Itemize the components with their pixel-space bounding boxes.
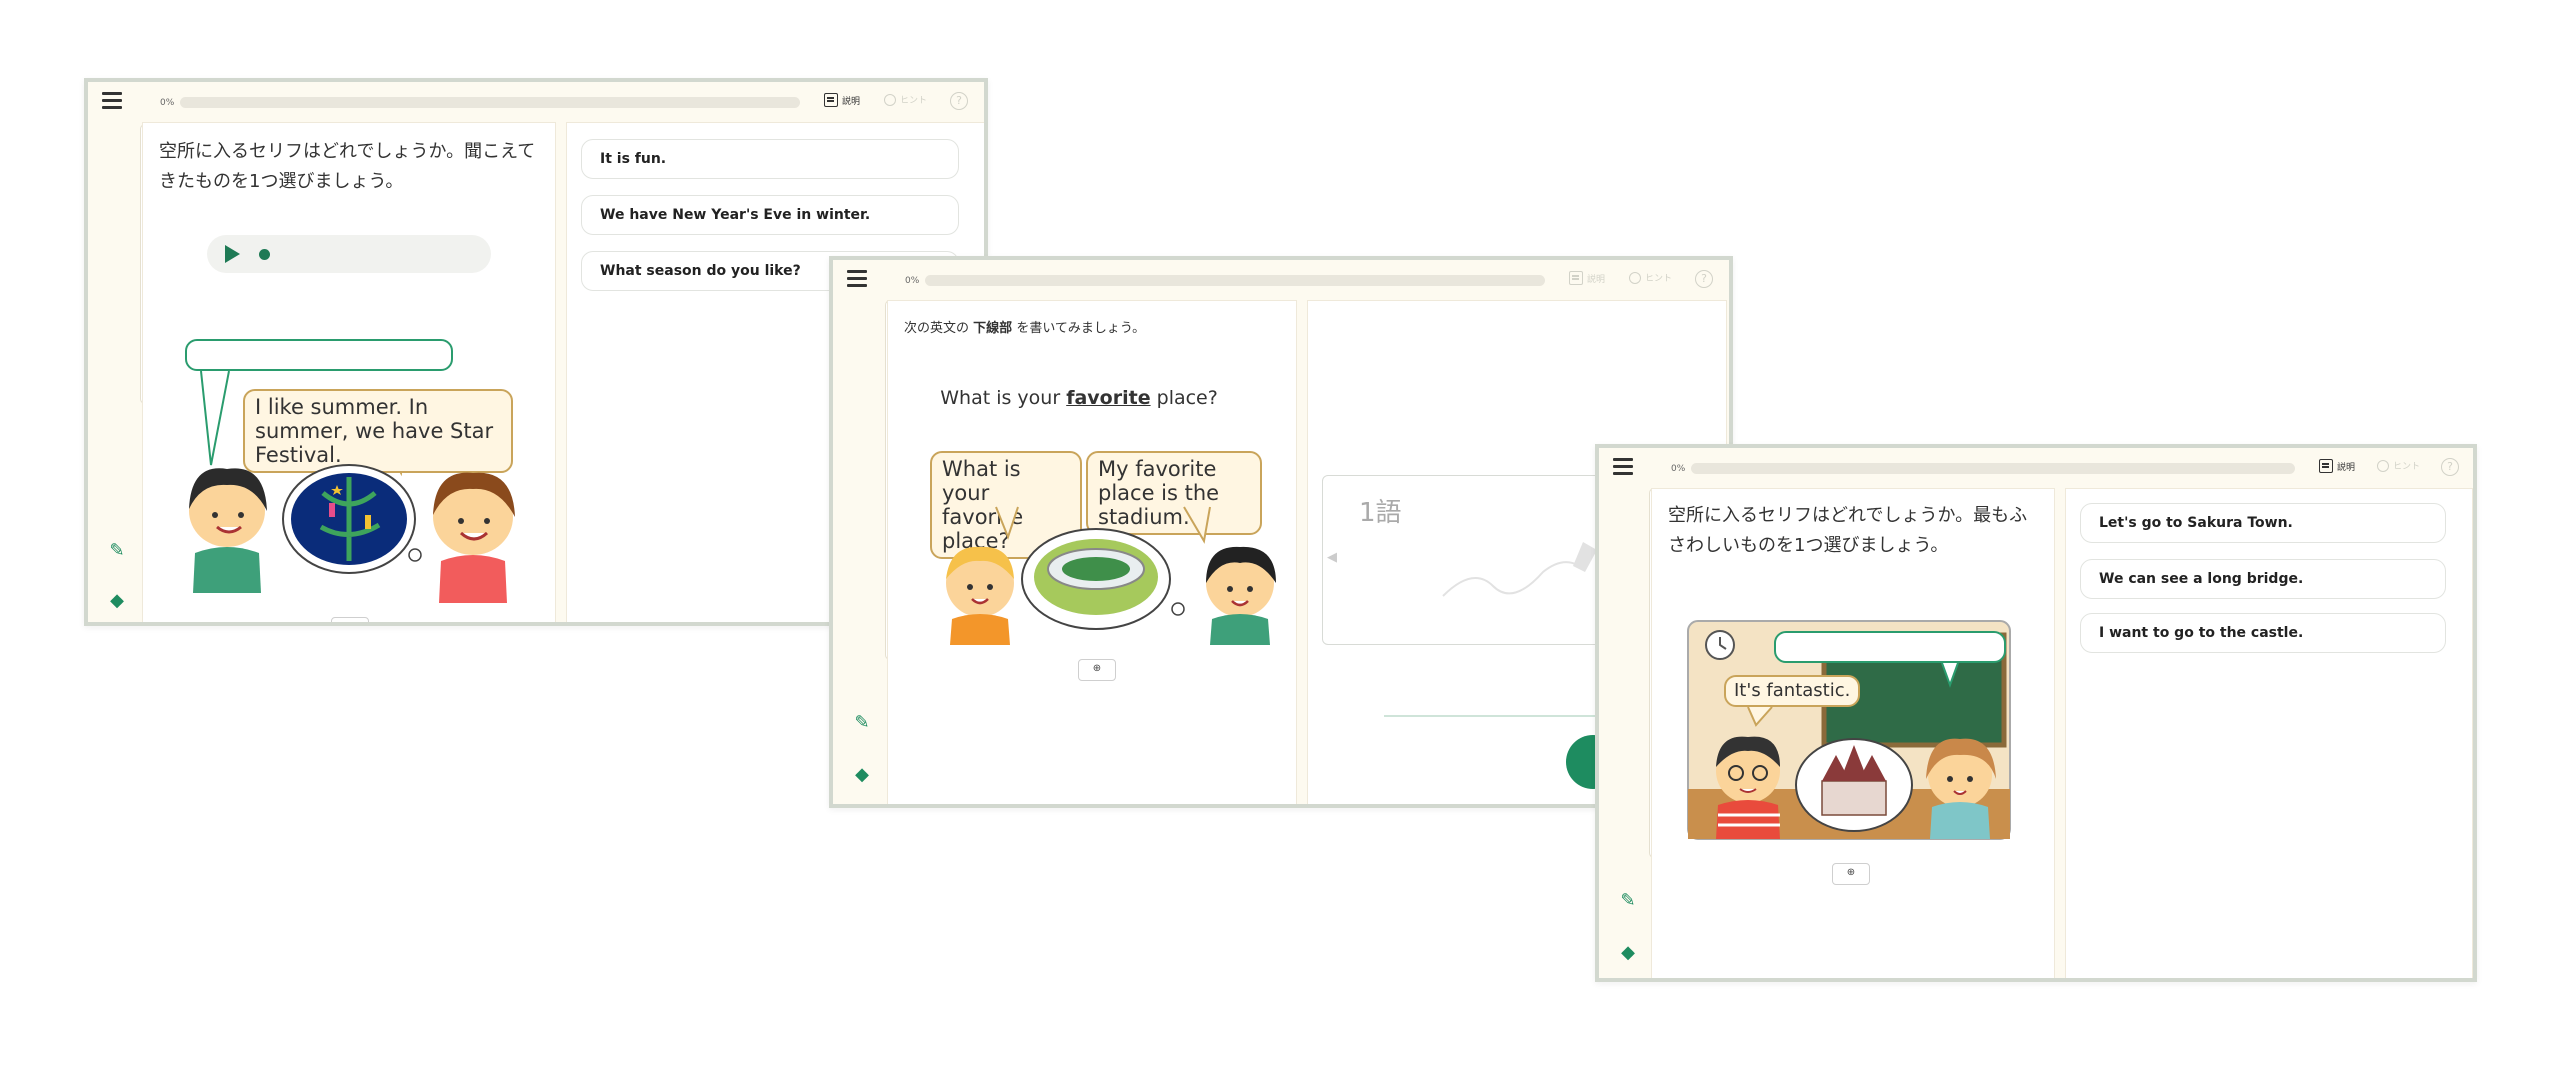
explain-button[interactable]: 説明	[1569, 271, 1605, 285]
choice-2[interactable]: We have New Year's Eve in winter.	[581, 195, 959, 235]
scene-illustration	[946, 506, 1276, 645]
hint-label: ヒント	[900, 96, 928, 106]
progress-bar	[1691, 463, 2295, 474]
document-icon	[824, 93, 838, 107]
lightbulb-icon	[1629, 271, 1641, 284]
progress-percent: 0%	[160, 98, 175, 108]
explain-button[interactable]: 説明	[824, 93, 860, 107]
hint-button[interactable]: ヒント	[884, 93, 927, 106]
zoom-button[interactable]: ⊕	[1078, 659, 1116, 681]
speech-bubble: It's fantastic.	[1724, 675, 1861, 707]
progress-bar	[180, 97, 800, 108]
eraser-icon[interactable]: ◆	[1617, 942, 1639, 964]
choice-1[interactable]: It is fun.	[581, 139, 959, 179]
question-panel: 空所に入るセリフはどれでしょうか。最もふさわしいものを1つ選びましょう。 It'…	[1651, 488, 2055, 978]
menu-icon[interactable]	[1613, 458, 1633, 476]
choices-panel: Let's go to Sakura Town. We can see a lo…	[2065, 488, 2473, 978]
eraser-icon[interactable]: ◆	[851, 764, 873, 786]
exercise-window-3: 0% 説明 ヒント ? ✎ ◆ 空所に入るセリフはどれでしょうか。最もふさわしい…	[1595, 444, 2477, 982]
hint-button[interactable]: ヒント	[2377, 459, 2420, 472]
top-bar: 0% 説明 ヒント ?	[88, 82, 984, 122]
progress-percent: 0%	[905, 276, 920, 286]
choice-1[interactable]: Let's go to Sakura Town.	[2080, 503, 2446, 543]
explain-label: 説明	[842, 96, 861, 107]
pencil-icon[interactable]: ✎	[1617, 890, 1639, 912]
menu-icon[interactable]	[102, 92, 122, 110]
help-icon[interactable]: ?	[950, 92, 968, 110]
explain-button[interactable]: 説明	[2319, 459, 2355, 473]
progress-percent: 0%	[1671, 464, 1686, 474]
classroom-illustration	[1687, 620, 2011, 840]
menu-icon[interactable]	[847, 270, 867, 288]
document-icon	[1569, 271, 1583, 285]
zoom-button[interactable]: ⊕	[331, 617, 369, 622]
choice-2[interactable]: We can see a long bridge.	[2080, 559, 2446, 599]
explain-label: 説明	[2337, 462, 2356, 473]
hint-button[interactable]: ヒント	[1629, 271, 1672, 284]
hint-label: ヒント	[1645, 274, 1673, 284]
hint-label: ヒント	[2393, 462, 2421, 472]
progress-bar	[925, 275, 1545, 286]
scene-illustration	[189, 464, 515, 603]
lightbulb-icon	[2377, 459, 2389, 472]
zoom-button[interactable]: ⊕	[1832, 863, 1870, 885]
pencil-icon[interactable]: ✎	[106, 540, 128, 562]
explain-label: 説明	[1587, 274, 1606, 285]
question-panel: 空所に入るセリフはどれでしょうか。聞こえてきたものを1つ選びましょう。 I li…	[142, 122, 556, 622]
pencil-icon[interactable]: ✎	[851, 712, 873, 734]
document-icon	[2319, 459, 2333, 473]
lightbulb-icon	[884, 93, 896, 106]
help-icon[interactable]: ?	[1695, 270, 1713, 288]
eraser-icon[interactable]: ◆	[106, 590, 128, 612]
top-bar: 0% 説明 ヒント ?	[833, 260, 1729, 300]
choice-3[interactable]: I want to go to the castle.	[2080, 613, 2446, 653]
top-bar: 0% 説明 ヒント ?	[1599, 448, 2473, 488]
help-icon[interactable]: ?	[2441, 458, 2459, 476]
question-panel: 次の英文の 下線部 を書いてみましょう。 What is your favori…	[887, 300, 1297, 804]
answer-blank-bubble	[1774, 631, 2006, 663]
